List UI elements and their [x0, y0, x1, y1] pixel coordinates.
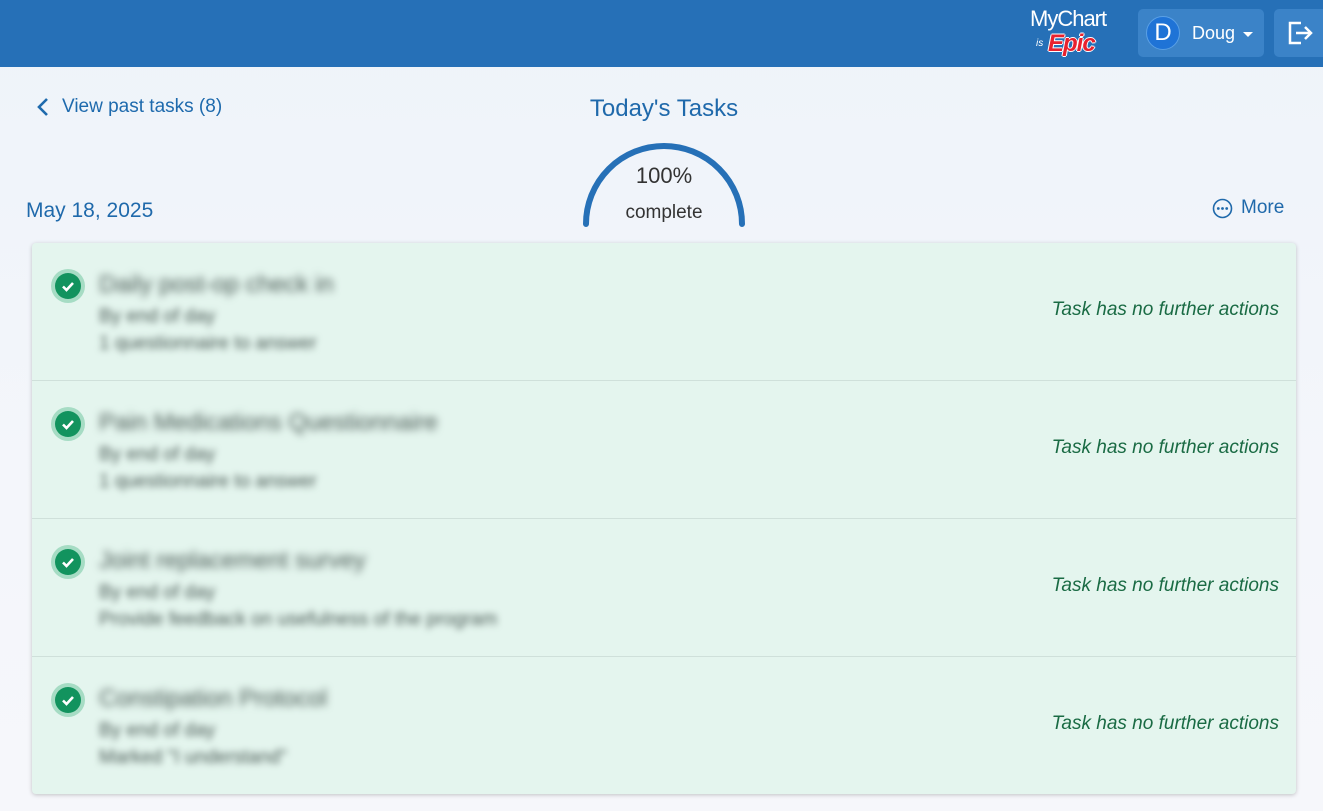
task-detail: Marked "I understand"	[99, 747, 287, 768]
task-title: Pain Medications Questionnaire	[99, 409, 438, 436]
page-title: Today's Tasks	[589, 95, 739, 122]
user-menu-button[interactable]: D Doug	[1138, 9, 1264, 57]
top-navigation-bar: MyChart is Epic D Doug	[0, 0, 1323, 67]
view-past-tasks-label: View past tasks (8)	[62, 96, 223, 117]
task-title: Joint replacement survey	[99, 547, 366, 574]
checkmark-icon	[51, 407, 85, 441]
progress-label: complete	[625, 202, 703, 223]
task-detail: 1 questionnaire to answer	[99, 471, 317, 492]
checkmark-icon	[51, 269, 85, 303]
chevron-left-icon	[37, 98, 48, 116]
task-date: May 18, 2025	[26, 199, 154, 222]
task-detail: 1 questionnaire to answer	[99, 333, 317, 354]
caret-down-icon	[1243, 31, 1254, 37]
task-status: Task has no further actions	[1051, 575, 1279, 596]
checkmark-icon	[51, 683, 85, 717]
task-due: By end of day	[99, 582, 216, 603]
task-item[interactable]: Pain Medications Questionnaire By end of…	[32, 381, 1296, 519]
task-item[interactable]: Daily post-op check in By end of day 1 q…	[32, 243, 1296, 381]
progress-percent: 100%	[635, 163, 693, 188]
task-title: Daily post-op check in	[99, 271, 334, 298]
task-due: By end of day	[99, 444, 216, 465]
more-options-icon	[1212, 198, 1233, 218]
avatar: D	[1146, 16, 1180, 50]
brand-is-text: is	[1036, 38, 1044, 49]
task-detail: Provide feedback on usefulness of the pr…	[99, 609, 498, 630]
task-item[interactable]: Constipation Protocol By end of day Mark…	[32, 657, 1296, 795]
brand-mychart-text: MyChart	[1030, 6, 1107, 31]
brand-epic-text: Epic	[1048, 30, 1096, 57]
user-name: Doug	[1192, 22, 1236, 43]
task-status: Task has no further actions	[1051, 299, 1279, 320]
logout-icon	[1288, 21, 1313, 45]
task-list: Daily post-op check in By end of day 1 q…	[32, 243, 1296, 794]
checkmark-icon	[51, 545, 85, 579]
view-past-tasks-link[interactable]: View past tasks (8)	[36, 96, 222, 118]
more-button[interactable]: More	[1212, 197, 1284, 219]
logout-button[interactable]	[1274, 9, 1323, 57]
task-status: Task has no further actions	[1051, 713, 1279, 734]
task-title: Constipation Protocol	[99, 685, 328, 712]
progress-gauge: 100% complete	[578, 138, 750, 230]
task-status: Task has no further actions	[1051, 437, 1279, 458]
task-item[interactable]: Joint replacement survey By end of day P…	[32, 519, 1296, 657]
mychart-epic-logo[interactable]: MyChart is Epic	[1026, 6, 1126, 62]
task-due: By end of day	[99, 306, 216, 327]
task-due: By end of day	[99, 720, 216, 741]
more-label: More	[1241, 197, 1285, 218]
